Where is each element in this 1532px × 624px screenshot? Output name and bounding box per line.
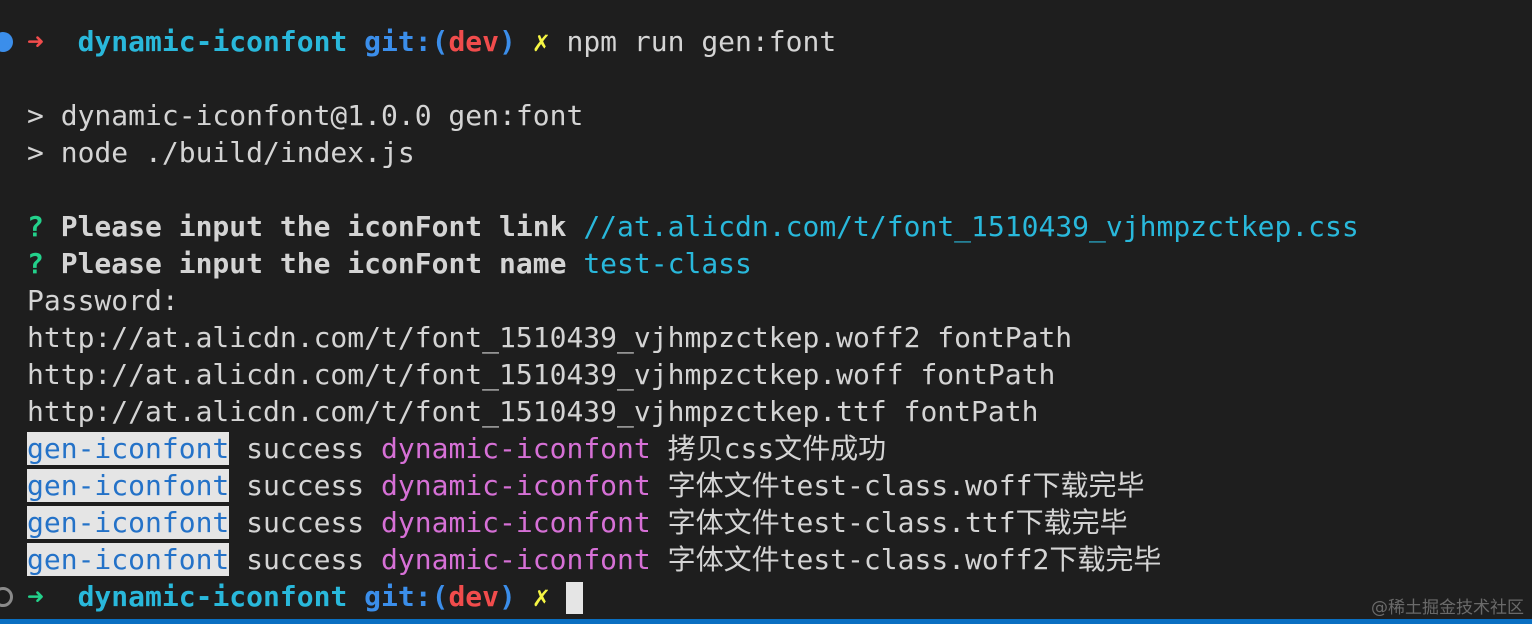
prompt-line: ➜ dynamic-iconfont git:(dev) ✗ npm run g…: [27, 23, 836, 60]
question-text: Please input the iconFont name: [60, 247, 567, 280]
font-path-line: http://at.alicdn.com/t/font_1510439_vjhm…: [27, 395, 1039, 428]
log-message: 字体文件test-class.woff2下载完毕: [667, 543, 1162, 576]
log-status: success: [246, 469, 365, 502]
question-text: Please input the iconFont link: [60, 210, 567, 243]
password-line: Password:: [27, 284, 179, 317]
log-tag: gen-iconfont: [27, 432, 230, 465]
terminal-window[interactable]: ➜ dynamic-iconfont git:(dev) ✗ npm run g…: [0, 0, 1532, 624]
prompt-directory: dynamic-iconfont: [77, 25, 348, 58]
prompt-arrow-icon: ➜: [27, 25, 44, 58]
log-message: 拷贝css文件成功: [667, 432, 887, 465]
bottom-bar: [0, 619, 1532, 624]
prompt-arrow-icon: ➜: [27, 580, 44, 613]
log-line: gen-iconfont success dynamic-iconfont 拷贝…: [27, 430, 886, 467]
command-status-dot-icon: [0, 32, 13, 52]
prompt-directory: dynamic-iconfont: [77, 580, 348, 613]
script-line: > dynamic-iconfont@1.0.0 gen:font: [27, 99, 584, 132]
log-package: dynamic-iconfont: [381, 469, 651, 502]
log-status: success: [246, 506, 365, 539]
font-path-line: http://at.alicdn.com/t/font_1510439_vjhm…: [27, 358, 1056, 391]
prompt-branch: dev: [448, 25, 500, 58]
prompt-dirty-icon: ✗: [532, 580, 550, 613]
prompt-branch: dev: [448, 580, 500, 613]
question-line: ? Please input the iconFont link //at.al…: [27, 208, 1359, 245]
log-message: 字体文件test-class.ttf下载完毕: [667, 506, 1128, 539]
log-package: dynamic-iconfont: [381, 506, 651, 539]
terminal-cursor[interactable]: [566, 582, 584, 614]
prompt-dirty-icon: ✗: [532, 25, 550, 58]
script-line: > node ./build/index.js: [27, 136, 415, 169]
question-mark-icon: ?: [27, 247, 44, 280]
prompt-git-close: ): [499, 25, 516, 58]
command-status-ring-icon: [0, 587, 13, 607]
prompt-git-label: git:(: [364, 25, 449, 58]
log-tag: gen-iconfont: [27, 506, 230, 539]
question-mark-icon: ?: [27, 210, 44, 243]
prompt-git-label: git:(: [364, 580, 449, 613]
log-package: dynamic-iconfont: [381, 543, 651, 576]
log-status: success: [246, 543, 365, 576]
log-status: success: [246, 432, 365, 465]
watermark: @稀土掘金技术社区: [1371, 598, 1524, 618]
prompt-git-close: ): [499, 580, 516, 613]
question-line: ? Please input the iconFont name test-cl…: [27, 245, 752, 282]
prompt-command: npm run gen:font: [566, 25, 837, 58]
log-tag: gen-iconfont: [27, 543, 230, 576]
log-message: 字体文件test-class.woff下载完毕: [667, 469, 1145, 502]
question-answer: test-class: [583, 247, 752, 280]
question-answer: //at.alicdn.com/t/font_1510439_vjhmpzctk…: [583, 210, 1359, 243]
log-line: gen-iconfont success dynamic-iconfont 字体…: [27, 541, 1161, 578]
font-path-line: http://at.alicdn.com/t/font_1510439_vjhm…: [27, 321, 1073, 354]
log-line: gen-iconfont success dynamic-iconfont 字体…: [27, 467, 1144, 504]
log-line: gen-iconfont success dynamic-iconfont 字体…: [27, 504, 1128, 541]
log-tag: gen-iconfont: [27, 469, 230, 502]
prompt-line[interactable]: ➜ dynamic-iconfont git:(dev) ✗: [27, 578, 584, 615]
log-package: dynamic-iconfont: [381, 432, 651, 465]
